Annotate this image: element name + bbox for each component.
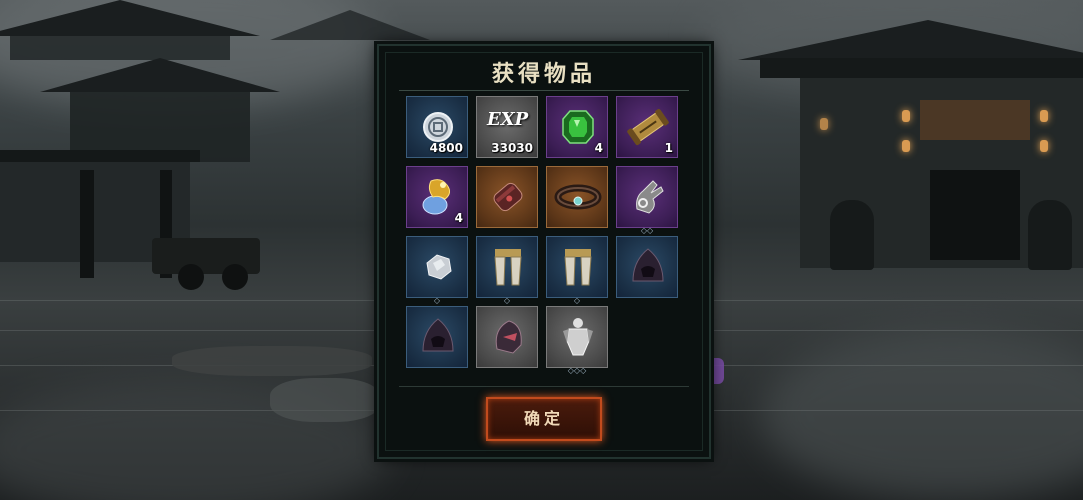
leg-armor-icon <box>494 249 522 286</box>
temple-roof-right <box>738 20 1083 60</box>
item-slot-gold-potion[interactable]: 4 <box>406 166 468 228</box>
rarity-indicator: ◇ <box>433 296 441 305</box>
item-slot-hood[interactable] <box>406 306 468 368</box>
item-slot-exp[interactable]: EXP 33030 <box>476 96 538 158</box>
leg-armor-icon <box>564 249 592 286</box>
helmet-icon <box>495 320 522 354</box>
item-slot-silver-ore[interactable]: ◇ <box>406 236 468 305</box>
rarity-indicator: ◇◇◇ <box>567 366 587 375</box>
item-quantity: 33030 <box>491 141 533 155</box>
silver-ore-icon <box>426 254 452 280</box>
gauntlet-icon <box>636 180 664 214</box>
title-divider <box>399 90 689 91</box>
fallen-creature <box>172 346 372 376</box>
item-quantity: 4 <box>594 141 603 155</box>
item-slot-leg-armor[interactable]: ◇ <box>546 236 608 305</box>
hood-icon <box>422 318 454 352</box>
armor-figure-icon <box>563 318 593 356</box>
bracer-icon <box>493 182 523 212</box>
button-divider <box>399 386 689 387</box>
hood-icon <box>632 248 664 282</box>
confirm-button[interactable]: 确定 <box>486 397 602 441</box>
item-slot-green-gem[interactable]: 4 <box>546 96 608 158</box>
item-slot-helmet[interactable] <box>476 306 538 368</box>
item-slot-scroll[interactable]: 1 <box>616 96 678 158</box>
item-quantity: 1 <box>664 141 673 155</box>
item-quantity: 4800 <box>429 141 463 155</box>
item-slot-coin[interactable]: 4800 <box>406 96 468 158</box>
rarity-indicator: ◇◇ <box>640 226 654 235</box>
rarity-indicator: ◇ <box>503 296 511 305</box>
item-slot-hood[interactable] <box>616 236 678 298</box>
pagoda-roof-left <box>0 0 260 36</box>
rarity-indicator: ◇ <box>573 296 581 305</box>
item-slot-armor-figure[interactable]: ◇◇◇ <box>546 306 608 375</box>
exp-icon: EXP <box>487 109 529 130</box>
item-slot-leg-armor[interactable]: ◇ <box>476 236 538 305</box>
belt-icon <box>554 184 602 210</box>
item-slot-belt[interactable] <box>546 166 608 228</box>
item-slot-bracer[interactable] <box>476 166 538 228</box>
dialog-title: 获得物品 <box>491 61 596 87</box>
item-slot-gauntlet[interactable]: ◇◇ <box>616 166 678 235</box>
reward-dialog: 获得物品 4800 EXP 33030 4 1 4 ◇◇ ◇ ◇ ◇ ◇◇◇ 确… <box>377 44 711 459</box>
item-quantity: 4 <box>454 211 463 225</box>
